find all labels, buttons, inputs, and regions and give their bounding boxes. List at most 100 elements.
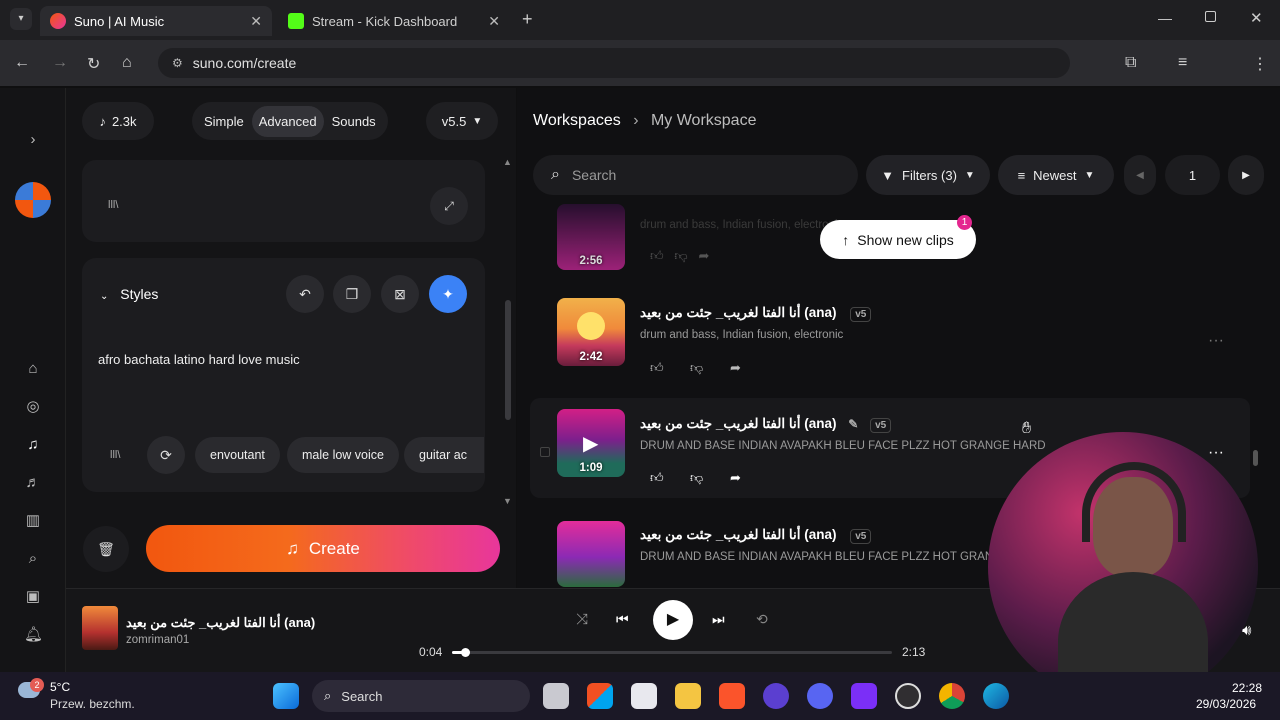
play-icon[interactable]: ▶ <box>583 431 598 456</box>
chrome-menu-icon[interactable]: ⋮ <box>1252 54 1268 74</box>
more-options-icon[interactable]: ··· <box>1208 332 1224 350</box>
model-version-select[interactable]: v5.5 ▼ <box>426 102 498 140</box>
user-avatar[interactable] <box>15 182 51 218</box>
select-checkbox[interactable] <box>540 447 550 457</box>
studio-nav-icon[interactable]: ♬ <box>24 474 42 492</box>
explore-nav-icon[interactable]: ◎ <box>24 398 42 416</box>
clip-cover[interactable]: 2:42 <box>557 298 625 366</box>
reload-icon[interactable]: ↻ <box>87 54 100 74</box>
weather-temp[interactable]: 5°C <box>50 680 70 694</box>
task-view-icon[interactable] <box>543 683 569 709</box>
forward-icon[interactable]: → <box>52 54 68 72</box>
chrome-icon[interactable] <box>939 683 965 709</box>
back-icon[interactable]: ← <box>14 54 30 72</box>
clock-time[interactable]: 22:28 <box>1232 681 1262 695</box>
clip-cover[interactable]: 2:56 <box>557 204 625 270</box>
sort-button[interactable]: ≡ Newest ▼ <box>998 155 1114 195</box>
tab-suno[interactable]: Suno | AI Music ✕ <box>40 6 272 36</box>
brave-icon[interactable] <box>719 683 745 709</box>
clip-cover[interactable] <box>557 521 625 587</box>
clip-cover[interactable]: ▶ 1:09 <box>557 409 625 477</box>
dislike-icon[interactable]: 👎︎ <box>690 470 703 486</box>
notifications-nav-icon[interactable]: 🔔︎ <box>24 626 43 644</box>
undo-icon[interactable]: ↶ <box>286 275 324 313</box>
scroll-down-icon[interactable]: ▼ <box>503 496 512 506</box>
create-button[interactable]: ♫ Create <box>146 525 500 572</box>
close-tab-icon[interactable]: ✕ <box>250 13 262 30</box>
close-tab-icon[interactable]: ✕ <box>488 13 500 30</box>
clock-date[interactable]: 29/03/2026 <box>1196 697 1256 711</box>
like-icon[interactable]: 👍︎ <box>650 470 664 486</box>
more-options-icon[interactable]: ··· <box>1208 444 1224 462</box>
store-icon[interactable] <box>631 683 657 709</box>
bookmark-icon[interactable]: ❐ <box>333 275 371 313</box>
show-new-clips-button[interactable]: ↑ Show new clips <box>820 220 976 259</box>
library-nav-icon[interactable]: ▥ <box>24 512 42 530</box>
taskbar-search[interactable]: ⌕ Search <box>312 680 530 712</box>
shuffle-icon[interactable]: ⤨ <box>576 611 588 628</box>
site-info-icon[interactable]: ⚙ <box>172 56 183 70</box>
now-playing-title[interactable]: أنا الفتا لغريب_ جئت من بعيد (ana) <box>126 615 315 631</box>
restore-icon[interactable] <box>1205 11 1216 22</box>
magic-wand-button[interactable]: ✦ <box>429 275 467 313</box>
delete-icon[interactable]: 🗑︎ <box>83 526 129 572</box>
repeat-icon[interactable]: ⟲ <box>756 611 768 628</box>
edit-pencil-icon[interactable]: ✎ <box>848 417 858 431</box>
progress-track[interactable] <box>452 651 892 654</box>
create-nav-icon[interactable]: ♫ <box>24 436 42 454</box>
next-track-icon[interactable]: ⏭︎ <box>712 611 725 628</box>
share-icon[interactable]: ➦ <box>730 360 741 376</box>
hooks-nav-icon[interactable]: ▣ <box>24 588 42 606</box>
media-control-icon[interactable]: ≡ <box>1178 54 1187 72</box>
edge-icon[interactable] <box>983 683 1009 709</box>
previous-track-icon[interactable]: ⏮︎ <box>616 611 629 628</box>
credits-badge[interactable]: ♪ 2.3k <box>82 102 154 140</box>
share-icon[interactable]: ➦ <box>730 470 741 486</box>
next-page-button[interactable]: ▶ <box>1228 155 1264 195</box>
clip-title[interactable]: أنا الفتا لغريب_ جئت من بعيد (ana) ✎ v5 <box>640 416 892 433</box>
clear-icon[interactable]: ⊠ <box>381 275 419 313</box>
clip-title[interactable]: أنا الفتا لغريب_ جئت من بعيد (ana) v5 <box>640 305 872 322</box>
play-pause-button[interactable]: ▶ <box>653 600 693 640</box>
style-chip[interactable]: guitar ac <box>404 437 484 473</box>
library-icon[interactable]: lll\ <box>108 199 118 211</box>
expand-sidebar-icon[interactable]: › <box>24 131 42 149</box>
home-icon[interactable]: ⌂ <box>122 54 132 72</box>
extensions-icon[interactable]: ⧉ <box>1125 54 1136 72</box>
search-input[interactable]: ⌕ Search <box>533 155 858 195</box>
file-explorer-icon[interactable] <box>675 683 701 709</box>
tab-kick[interactable]: Stream - Kick Dashboard ✕ <box>278 6 510 36</box>
clip-title[interactable]: أنا الفتا لغريب_ جئت من بعيد (ana) v5 <box>640 527 872 544</box>
app-circle-icon[interactable] <box>763 683 789 709</box>
b-app-icon[interactable] <box>851 683 877 709</box>
scroll-up-icon[interactable]: ▲ <box>503 157 512 167</box>
now-playing-artist[interactable]: zomriman01 <box>126 634 189 646</box>
now-playing-cover[interactable] <box>82 606 118 650</box>
filters-button[interactable]: ▼ Filters (3) ▼ <box>866 155 990 195</box>
style-chip[interactable]: male low voice <box>287 437 399 473</box>
mode-sounds[interactable]: Sounds <box>324 106 384 137</box>
discord-icon[interactable] <box>807 683 833 709</box>
like-icon[interactable]: 👍︎ <box>650 360 664 376</box>
breadcrumb-workspaces[interactable]: Workspaces <box>533 112 621 129</box>
new-tab-icon[interactable]: + <box>522 9 533 30</box>
weather-desc[interactable]: Przew. bezchm. <box>50 697 135 711</box>
dislike-icon[interactable]: 👎︎ <box>690 360 703 376</box>
shuffle-styles-icon[interactable]: ⟳ <box>147 436 185 474</box>
minimize-icon[interactable]: — <box>1158 10 1172 26</box>
library-icon[interactable]: lll\ <box>110 449 120 461</box>
tab-list-dropdown[interactable]: ▾ <box>10 8 32 30</box>
styles-textarea[interactable]: afro bachata latino hard love music <box>98 352 468 367</box>
home-nav-icon[interactable]: ⌂ <box>24 360 42 378</box>
expand-lyrics-icon[interactable]: ⤢ <box>430 187 468 225</box>
left-scrollbar[interactable] <box>505 300 511 420</box>
mode-simple[interactable]: Simple <box>196 106 252 137</box>
right-scrollbar[interactable] <box>1253 450 1258 466</box>
search-nav-icon[interactable]: ⌕ <box>24 550 42 568</box>
mode-advanced[interactable]: Advanced <box>251 105 324 137</box>
page-number[interactable]: 1 <box>1165 155 1220 195</box>
close-window-icon[interactable]: ✕ <box>1250 9 1263 27</box>
widgets-icon[interactable] <box>587 683 613 709</box>
obs-icon[interactable] <box>895 683 921 709</box>
prev-page-button[interactable]: ◀ <box>1124 155 1156 195</box>
